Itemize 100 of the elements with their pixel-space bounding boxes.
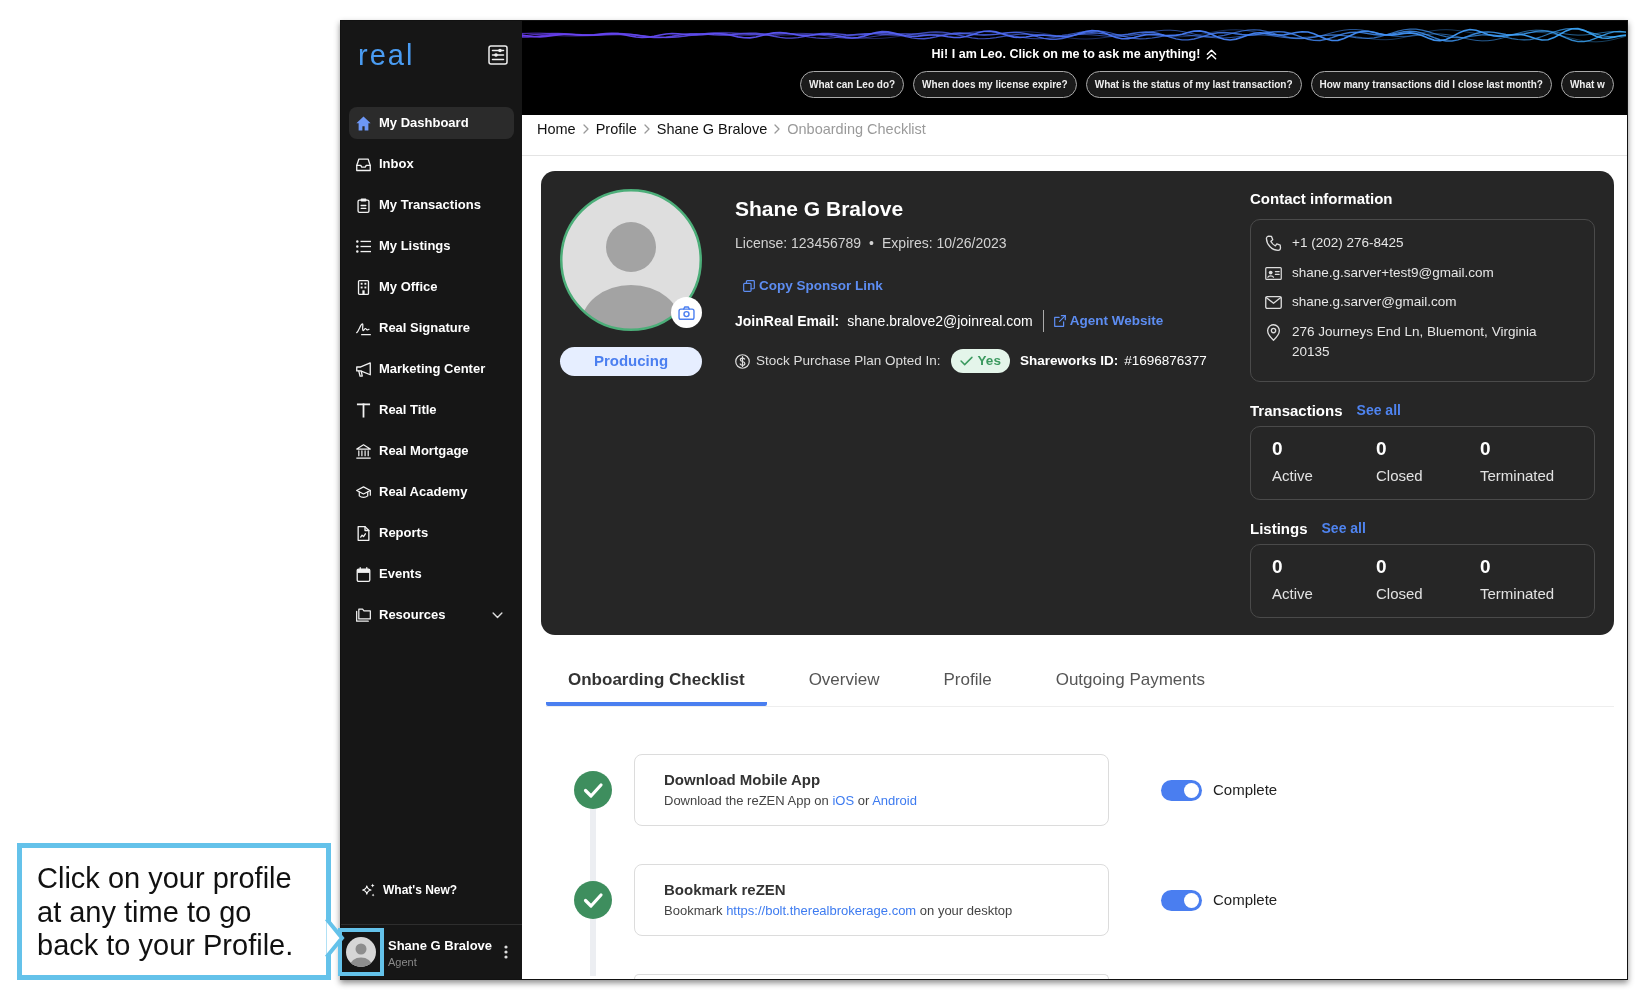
copy-icon (743, 280, 755, 292)
stat-value: 0 (1376, 437, 1388, 461)
nav-item[interactable]: Real Mortgage (349, 435, 514, 467)
suggestion-chip[interactable]: What w (1560, 71, 1614, 98)
nav-item[interactable]: Real Title (349, 394, 514, 426)
suggestion-chip[interactable]: When does my license expire? (913, 71, 1077, 98)
status-label: Complete (1213, 889, 1278, 910)
nav-item[interactable]: My Transactions (349, 189, 514, 221)
opted-in-badge: Yes (950, 349, 1010, 373)
stat-value: 0 (1480, 555, 1492, 579)
user-avatar-placeholder (346, 937, 376, 967)
chevron-right-icon (774, 124, 781, 134)
dollar-circle-icon (735, 353, 750, 369)
menu-icon[interactable] (488, 45, 508, 65)
stat-label: Active (1272, 584, 1314, 604)
tab[interactable]: Overview (786, 658, 902, 706)
envelope-icon (1265, 294, 1282, 311)
separator-dot: • (869, 234, 874, 253)
copy-sponsor-link[interactable]: Copy Sponsor Link (743, 276, 883, 296)
stat-label: Closed (1376, 466, 1424, 486)
megaphone-icon (356, 361, 371, 377)
task-title: Bookmark reZEN (664, 880, 787, 900)
toggle-switch[interactable] (1161, 779, 1202, 801)
check-icon (959, 356, 973, 366)
callout-text: Click on your profile at any time to go back to your Profile. (37, 862, 295, 963)
map-pin-icon (1265, 323, 1282, 341)
external-link-icon (1053, 315, 1066, 327)
user-role: Agent (388, 955, 418, 970)
license-expiry: Expires: 10/26/2023 (882, 234, 1007, 253)
assistant-greeting[interactable]: Hi! I am Leo. Click on me to ask me anything! (931, 44, 1201, 64)
camera-button[interactable] (671, 297, 702, 328)
document-icon (356, 525, 371, 541)
whats-new-link[interactable]: What's New? (361, 873, 458, 907)
breadcrumb-link[interactable]: Profile (595, 119, 637, 139)
see-all-link[interactable]: See all (1356, 400, 1401, 421)
text-link[interactable]: iOS (832, 793, 855, 808)
nav-item[interactable]: Reports (349, 517, 514, 549)
contact-detail: shane.g.sarver@gmail.com (1292, 293, 1457, 311)
signature-icon (356, 320, 371, 336)
list-icon (356, 238, 371, 254)
nav-item[interactable]: Events (349, 558, 514, 590)
stat-label: Terminated (1480, 584, 1556, 604)
text-link[interactable]: https://bolt.therealbrokerage.com (726, 903, 917, 918)
chevron-right-icon (582, 124, 589, 134)
contact-detail: 276 Journeys End Ln, Bluemont, Virginia 20135 (1292, 322, 1538, 361)
phone-icon (1265, 235, 1282, 252)
nav-item[interactable]: Marketing Center (349, 353, 514, 385)
tab[interactable]: Onboarding Checklist (546, 658, 767, 706)
breadcrumb-link[interactable]: Shane G Bralove (656, 119, 768, 139)
clipboard-icon (356, 197, 371, 213)
calendar-icon (356, 566, 371, 582)
bank-icon (356, 443, 371, 459)
tab[interactable]: Profile (921, 658, 1014, 706)
nav-item[interactable]: My Dashboard (349, 107, 514, 139)
logo: real (358, 40, 415, 70)
breadcrumb-current: Onboarding Checklist (787, 120, 926, 139)
double-chevron-up-icon[interactable] (1206, 48, 1218, 60)
nav-item[interactable]: Real Academy (349, 476, 514, 508)
letter-t-icon (356, 402, 371, 418)
toggle-switch[interactable] (1161, 889, 1202, 911)
shareworks-label: Shareworks ID: (1019, 352, 1119, 370)
suggestion-chip[interactable]: What is the status of my last transaction? (1085, 71, 1302, 98)
nav-item[interactable]: My Office (349, 271, 514, 303)
stat-value: 0 (1272, 437, 1284, 461)
building-icon (356, 279, 371, 295)
section-title: Listings (1250, 518, 1308, 539)
highlight-frame (338, 928, 384, 976)
agent-website-link[interactable]: Agent Website (1053, 311, 1164, 331)
breadcrumb-link[interactable]: Home (537, 119, 576, 139)
suggestion-chip[interactable]: What can Leo do? (800, 71, 905, 98)
agent-name: Shane G Bralove (735, 196, 905, 222)
nav-item[interactable]: My Listings (349, 230, 514, 262)
tab[interactable]: Outgoing Payments (1033, 658, 1227, 706)
stat-value: 0 (1480, 437, 1492, 461)
contact-detail: +1 (202) 276-8425 (1292, 234, 1404, 252)
chevron-right-icon (643, 124, 650, 134)
nav-item[interactable]: Real Signature (349, 312, 514, 344)
section-title: Contact information (1250, 189, 1394, 209)
nav-item[interactable]: Resources (349, 599, 514, 631)
task-description: Download the reZEN App on iOS or Android (664, 792, 918, 810)
stat-label: Active (1272, 466, 1314, 486)
see-all-link[interactable]: See all (1321, 518, 1366, 539)
status-pill: Producing (560, 347, 702, 376)
task-description: Bookmark https://bolt.therealbrokerage.com on your desktop (664, 902, 1014, 920)
contact-detail: shane.g.sarver+test9@gmail.com (1292, 263, 1494, 282)
status-label: Complete (1213, 779, 1278, 800)
inbox-icon (356, 156, 371, 172)
graduation-cap-icon (356, 484, 371, 500)
nav-item[interactable]: Inbox (349, 148, 514, 180)
stat-value: 0 (1272, 555, 1284, 579)
license-number: License: 123456789 (735, 234, 862, 253)
task-title: Download Mobile App (664, 770, 822, 790)
folder-icon (356, 607, 371, 623)
stock-plan-label: Stock Purchase Plan Opted In: (756, 352, 941, 370)
section-title: Transactions (1250, 400, 1343, 421)
kebab-icon (504, 945, 508, 959)
camera-icon (678, 305, 695, 320)
suggestion-chip[interactable]: How many transactions did I close last month? (1310, 71, 1552, 98)
stat-label: Closed (1376, 584, 1424, 604)
text-link[interactable]: Android (872, 793, 917, 808)
